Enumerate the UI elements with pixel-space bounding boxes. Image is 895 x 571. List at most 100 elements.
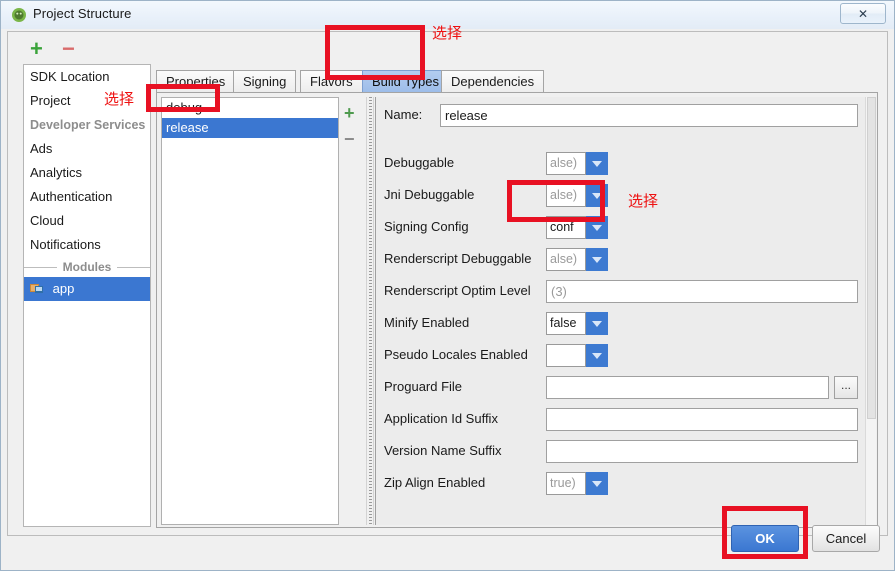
- form-row-jni-debuggable: Jni Debuggable alse): [376, 181, 865, 211]
- build-type-item-release[interactable]: release: [162, 118, 338, 138]
- project-structure-dialog: Project Structure ✕ + − SDK Location Pro…: [0, 0, 895, 571]
- form-row-renderscript-optim-level: Renderscript Optim Level (3): [376, 277, 865, 307]
- sidebar-list: SDK Location Project Developer Services …: [23, 64, 151, 527]
- form-row-debuggable: Debuggable alse): [376, 149, 865, 179]
- build-type-form: Name: release Debuggable alse) Jni Debug…: [375, 97, 865, 525]
- tab-bar: Properties Signing Flavors Build Types D…: [156, 70, 876, 93]
- signing-config-label: Signing Config: [384, 219, 469, 234]
- tab-dependencies[interactable]: Dependencies: [441, 70, 545, 93]
- android-studio-icon: [12, 8, 26, 22]
- dialog-footer: OK Cancel: [7, 507, 888, 565]
- chevron-down-icon[interactable]: [586, 344, 608, 367]
- modules-separator-label: Modules: [62, 260, 112, 274]
- form-row-proguard-file: Proguard File ...: [376, 373, 865, 403]
- chevron-down-icon[interactable]: [586, 312, 608, 335]
- name-input[interactable]: release: [440, 104, 858, 127]
- sidebar-toolbar: + −: [18, 38, 148, 64]
- renderscript-debuggable-combo[interactable]: alse): [546, 248, 608, 271]
- sidebar-item-analytics[interactable]: Analytics: [24, 161, 150, 185]
- annotation-label-project: 选择: [104, 90, 135, 108]
- renderscript-debuggable-label: Renderscript Debuggable: [384, 251, 532, 266]
- debuggable-label: Debuggable: [384, 155, 455, 170]
- version-name-suffix-input[interactable]: [546, 440, 858, 463]
- add-build-type-button[interactable]: +: [344, 104, 355, 122]
- close-icon: ✕: [857, 6, 869, 21]
- proguard-file-browse-button[interactable]: ...: [834, 376, 858, 399]
- form-row-zip-align-enabled: Zip Align Enabled true): [376, 469, 865, 499]
- application-id-suffix-input[interactable]: [546, 408, 858, 431]
- zip-align-enabled-label: Zip Align Enabled: [384, 475, 486, 490]
- annotation-label-build-types: 选择: [432, 24, 463, 42]
- form-row-name: Name: release: [376, 101, 865, 131]
- debuggable-combo[interactable]: alse): [546, 152, 608, 175]
- debuggable-value: alse): [546, 152, 586, 175]
- sidebar-item-app[interactable]: app: [24, 277, 150, 301]
- renderscript-optim-level-input[interactable]: (3): [546, 280, 858, 303]
- version-name-suffix-label: Version Name Suffix: [384, 443, 502, 458]
- pseudo-locales-enabled-label: Pseudo Locales Enabled: [384, 347, 528, 362]
- tab-flavors[interactable]: Flavors: [300, 70, 363, 93]
- build-types-list: debug release: [161, 97, 339, 525]
- pseudo-locales-enabled-value: [546, 344, 586, 367]
- sidebar-item-authentication[interactable]: Authentication: [24, 185, 150, 209]
- renderscript-optim-level-label: Renderscript Optim Level: [384, 283, 531, 298]
- sidebar-item-cloud[interactable]: Cloud: [24, 209, 150, 233]
- annotation-label-signing-config: 选择: [628, 192, 659, 210]
- sidebar-item-notifications[interactable]: Notifications: [24, 233, 150, 257]
- panel-splitter[interactable]: [366, 97, 374, 525]
- application-id-suffix-label: Application Id Suffix: [384, 411, 498, 426]
- close-button[interactable]: ✕: [840, 3, 886, 24]
- sidebar-item-app-label: app: [52, 281, 75, 296]
- build-types-buttons: + −: [341, 97, 365, 157]
- name-label: Name:: [384, 107, 423, 122]
- form-row-pseudo-locales-enabled: Pseudo Locales Enabled: [376, 341, 865, 371]
- form-row-renderscript-debuggable: Renderscript Debuggable alse): [376, 245, 865, 275]
- chevron-down-icon[interactable]: [586, 248, 608, 271]
- chevron-down-icon[interactable]: [586, 472, 608, 495]
- tab-properties[interactable]: Properties: [156, 70, 236, 93]
- zip-align-enabled-combo[interactable]: true): [546, 472, 608, 495]
- chevron-down-icon[interactable]: [586, 216, 608, 239]
- remove-module-button[interactable]: −: [62, 38, 75, 60]
- form-row-minify-enabled: Minify Enabled false: [376, 309, 865, 339]
- chevron-down-icon[interactable]: [586, 152, 608, 175]
- tab-build-types[interactable]: Build Types: [362, 70, 449, 93]
- sidebar-item-ads[interactable]: Ads: [24, 137, 150, 161]
- ok-button[interactable]: OK: [731, 525, 799, 552]
- minify-enabled-value: false: [546, 312, 586, 335]
- form-scrollbar-thumb[interactable]: [867, 97, 876, 419]
- minify-enabled-label: Minify Enabled: [384, 315, 470, 330]
- renderscript-debuggable-value: alse): [546, 248, 586, 271]
- window-title: Project Structure: [33, 6, 132, 21]
- tab-signing[interactable]: Signing: [233, 70, 297, 93]
- sidebar-item-sdk-location[interactable]: SDK Location: [24, 65, 150, 89]
- module-icon: [30, 284, 43, 293]
- form-scrollbar[interactable]: [865, 97, 876, 525]
- proguard-file-input[interactable]: [546, 376, 829, 399]
- jni-debuggable-value: alse): [546, 184, 586, 207]
- proguard-file-label: Proguard File: [384, 379, 463, 394]
- build-type-item-debug[interactable]: debug: [162, 98, 338, 118]
- zip-align-enabled-value: true): [546, 472, 586, 495]
- jni-debuggable-label: Jni Debuggable: [384, 187, 475, 202]
- pseudo-locales-enabled-combo[interactable]: [546, 344, 608, 367]
- signing-config-value: conf: [546, 216, 586, 239]
- add-module-button[interactable]: +: [30, 38, 43, 60]
- splitter-grip: [369, 97, 372, 525]
- modules-separator: Modules: [24, 257, 150, 277]
- jni-debuggable-combo[interactable]: alse): [546, 184, 608, 207]
- screenshot-root: Project Structure ✕ + − SDK Location Pro…: [0, 0, 895, 571]
- minify-enabled-combo[interactable]: false: [546, 312, 608, 335]
- signing-config-combo[interactable]: conf: [546, 216, 608, 239]
- separator-line-right: [117, 266, 150, 268]
- dialog-content: + − SDK Location Project Developer Servi…: [7, 31, 888, 536]
- cancel-button[interactable]: Cancel: [812, 525, 880, 552]
- separator-line-left: [24, 266, 57, 268]
- sidebar-group-developer-services: Developer Services: [30, 118, 146, 132]
- remove-build-type-button[interactable]: −: [344, 130, 355, 148]
- build-types-panel: debug release + − Name: release Debuggab…: [156, 92, 878, 528]
- chevron-down-icon[interactable]: [586, 184, 608, 207]
- form-row-application-id-suffix: Application Id Suffix: [376, 405, 865, 435]
- form-row-version-name-suffix: Version Name Suffix: [376, 437, 865, 467]
- form-row-signing-config: Signing Config conf: [376, 213, 865, 243]
